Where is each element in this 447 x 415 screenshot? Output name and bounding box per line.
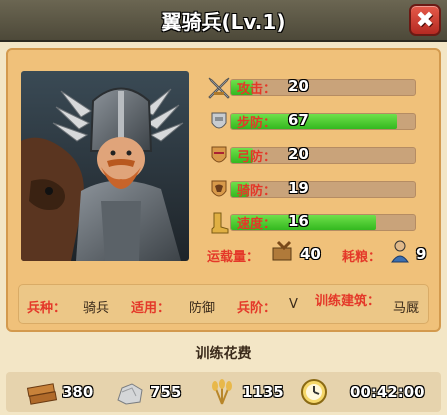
speed-label: 速度： xyxy=(237,217,277,232)
attack-label: 攻击： xyxy=(237,82,277,97)
wood-icon xyxy=(26,378,58,406)
tier-label: 兵阶： xyxy=(237,301,277,316)
unit-info-box: 兵种： 骑兵 适用： 防御 兵阶： V 训练建筑： 马厩 xyxy=(18,284,429,324)
archer-defense-value: 20 xyxy=(288,145,309,163)
stat-row-speed: 速度： 16 xyxy=(206,212,420,234)
time-value: 00:42:00 xyxy=(350,383,425,401)
cost-bar: 380 755 1135 00:42:00 xyxy=(6,372,441,412)
title-bar: 翼骑兵(Lv.1) ✖ xyxy=(0,0,447,42)
food-value: 1135 xyxy=(242,383,284,401)
wood-cost: 380 xyxy=(26,378,106,406)
tier-value: V xyxy=(289,297,298,312)
infantry-defense-value: 67 xyxy=(288,111,309,129)
wood-value: 380 xyxy=(62,383,94,401)
upkeep-row: 耗粮： xyxy=(342,246,381,265)
stat-row-attack: 攻击： 20 xyxy=(206,77,420,99)
cost-title: 训练花费 xyxy=(195,346,252,362)
cargo-icon xyxy=(270,238,298,264)
wheat-icon xyxy=(206,378,238,406)
cavalry-defense-value: 19 xyxy=(288,179,309,197)
capacity-row: 运载量： xyxy=(207,246,259,265)
speed-value: 16 xyxy=(288,212,309,230)
upkeep-label: 耗粮： xyxy=(342,250,382,265)
time-cost: 00:42:00 xyxy=(298,378,438,406)
stat-row-archer-defense: 弓防： 20 xyxy=(206,145,420,167)
stat-row-infantry-defense: 步防： 67 xyxy=(206,111,420,133)
suit-label: 适用： xyxy=(131,301,171,316)
close-icon: ✖ xyxy=(415,7,435,33)
building-value: 马厩 xyxy=(393,301,420,316)
cavalry-defense-icon xyxy=(206,177,232,203)
stone-icon xyxy=(114,378,146,406)
capacity-value: 40 xyxy=(300,245,321,263)
upkeep-value: 9 xyxy=(416,245,427,263)
cavalry-defense-label: 骑防： xyxy=(237,184,277,199)
archer-defense-icon xyxy=(206,143,232,169)
clock-icon xyxy=(298,378,330,406)
capacity-label: 运载量： xyxy=(207,250,260,265)
stat-row-cavalry-defense: 骑防： 19 xyxy=(206,179,420,201)
suit-value: 防御 xyxy=(189,301,216,316)
window-title: 翼骑兵(Lv.1) xyxy=(161,9,286,34)
winged-hussar-portrait xyxy=(21,71,189,261)
food-cost: 1135 xyxy=(206,378,296,406)
stone-value: 755 xyxy=(150,383,182,401)
speed-icon xyxy=(206,210,232,236)
close-button[interactable]: ✖ xyxy=(409,4,441,36)
building-label: 训练建筑： xyxy=(315,294,381,309)
food-consumption-icon xyxy=(388,238,412,264)
type-value: 骑兵 xyxy=(83,301,110,316)
type-label: 兵种： xyxy=(27,301,67,316)
stone-cost: 755 xyxy=(114,378,194,406)
attack-value: 20 xyxy=(288,77,309,95)
infantry-defense-icon xyxy=(206,109,232,135)
infantry-defense-label: 步防： xyxy=(237,116,277,131)
unit-info-panel: 攻击： 20 步防： 67 弓防： 20 骑防： 19 速度： 16 运载量： … xyxy=(6,48,441,332)
attack-icon xyxy=(206,75,232,101)
archer-defense-label: 弓防： xyxy=(237,150,277,165)
